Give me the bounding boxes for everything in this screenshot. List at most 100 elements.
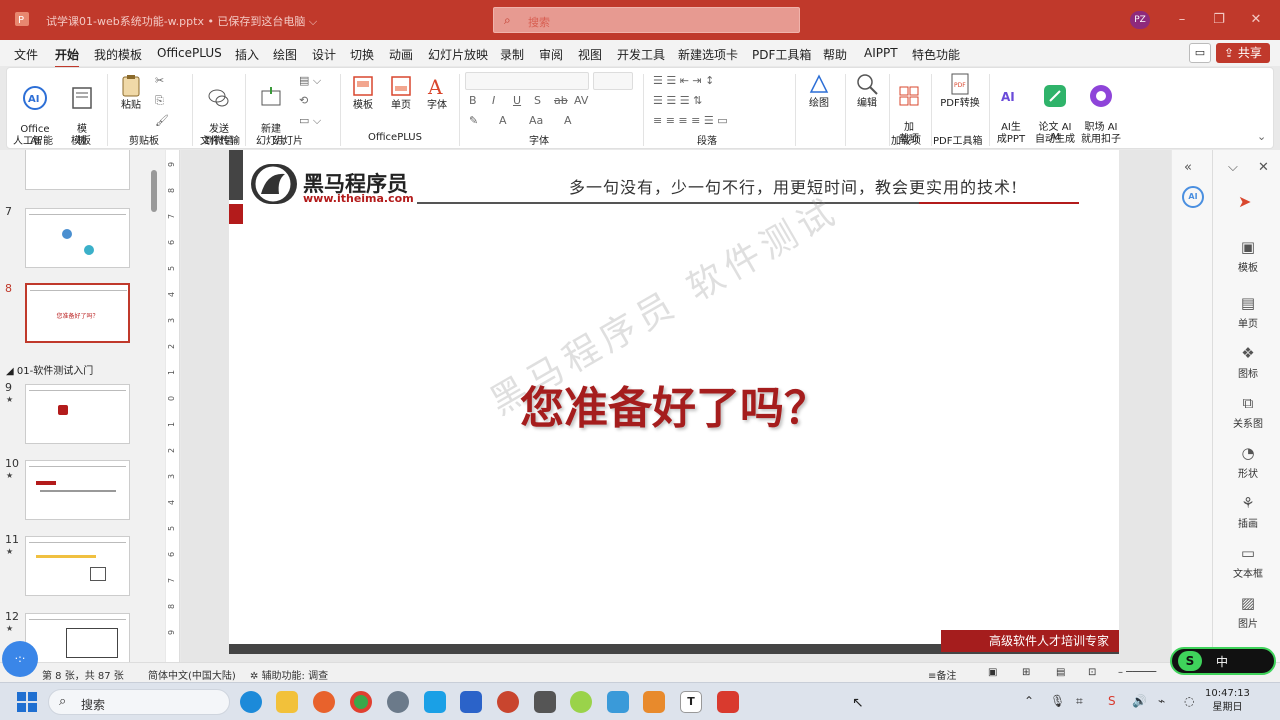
tab-developer[interactable]: 开发工具: [617, 46, 665, 63]
font-family-select[interactable]: [465, 72, 589, 90]
tab-insert[interactable]: 插入: [235, 46, 259, 63]
app-icon[interactable]: [570, 691, 592, 713]
file-explorer-icon[interactable]: [276, 691, 298, 713]
tab-view[interactable]: 视图: [578, 46, 602, 63]
taskbar-clock[interactable]: 10:47:13 星期日: [1205, 687, 1250, 715]
change-case-icon[interactable]: Aa: [529, 114, 543, 127]
char-spacing-icon[interactable]: AV: [574, 94, 588, 107]
tab-slideshow[interactable]: 幻灯片放映: [428, 46, 488, 63]
close-icon[interactable]: ✕: [1246, 11, 1266, 29]
avatar[interactable]: PZ: [1130, 11, 1150, 29]
language-status[interactable]: 简体中文(中国大陆): [148, 667, 236, 682]
font-color-icon[interactable]: A: [499, 114, 507, 127]
normal-view-icon[interactable]: ▣: [988, 667, 997, 678]
collapse-panel-icon[interactable]: «: [1184, 160, 1192, 175]
clear-format-icon[interactable]: A: [564, 114, 572, 127]
search-box[interactable]: ⌕ 搜索: [493, 7, 800, 33]
tab-aippt[interactable]: AIPPT: [864, 46, 898, 60]
tab-pdf-tools[interactable]: PDF工具箱: [752, 46, 811, 63]
italic-icon[interactable]: I: [492, 94, 495, 107]
maximize-icon[interactable]: ❐: [1209, 11, 1229, 29]
network-icon[interactable]: ⌗: [1076, 694, 1083, 709]
tool-shapes[interactable]: ◔ 形状: [1228, 444, 1268, 480]
zoom-slider[interactable]: – ─────: [1118, 667, 1156, 678]
share-button[interactable]: ⇪ 共享: [1216, 43, 1270, 63]
cut-icon[interactable]: ✂: [155, 74, 164, 87]
slideshow-view-icon[interactable]: ⊡: [1088, 667, 1096, 678]
tab-my-templates[interactable]: 我的模板: [94, 46, 142, 63]
app-icon[interactable]: [717, 691, 739, 713]
app-icon[interactable]: [460, 691, 482, 713]
tab-animations[interactable]: 动画: [389, 46, 413, 63]
accessibility-status[interactable]: ✲ 辅助功能: 调查: [250, 667, 328, 682]
collapse-ribbon-icon[interactable]: ⌄: [1257, 130, 1266, 143]
tab-home[interactable]: 开始: [55, 46, 80, 68]
slide-thumbnail[interactable]: [25, 384, 130, 444]
chevron-up-icon[interactable]: ⌃: [1024, 694, 1034, 708]
settings-icon[interactable]: [387, 691, 409, 713]
tray-app-icon[interactable]: ⌁: [1158, 694, 1165, 708]
windows-start-icon[interactable]: [17, 692, 37, 712]
tray-app-icon[interactable]: ◌: [1184, 694, 1194, 708]
tab-draw[interactable]: 绘图: [273, 46, 297, 63]
highlight-icon[interactable]: ✎: [469, 114, 478, 127]
tool-templates[interactable]: ▣ 模板: [1228, 238, 1268, 274]
bold-icon[interactable]: B: [469, 94, 477, 107]
ai-assistant-icon[interactable]: AI: [1182, 186, 1204, 208]
slide-thumbnail[interactable]: [25, 208, 130, 268]
reset-icon[interactable]: ⟲: [299, 94, 308, 107]
typora-icon[interactable]: T: [680, 691, 702, 713]
tab-new-tab[interactable]: 新建选项卡: [678, 46, 738, 63]
chevron-down-icon[interactable]: ⌵: [1228, 160, 1238, 175]
ime-toolbar[interactable]: S 中: [1170, 647, 1276, 675]
tool-single-page[interactable]: ▤ 单页: [1228, 294, 1268, 330]
tab-help[interactable]: 帮助: [823, 46, 847, 63]
single-page-button[interactable]: 单页: [383, 74, 419, 112]
ai-ppt-button[interactable]: AI AI生 成PPT: [993, 72, 1029, 146]
shadow-icon[interactable]: S: [534, 94, 541, 107]
chrome-icon[interactable]: [350, 691, 372, 713]
app-icon[interactable]: [534, 691, 556, 713]
sorter-view-icon[interactable]: ⊞: [1022, 667, 1030, 678]
tool-textbox[interactable]: ▭ 文本框: [1228, 544, 1268, 580]
format-painter-icon[interactable]: 🖌: [155, 114, 169, 127]
minimize-icon[interactable]: –: [1172, 11, 1192, 29]
tool-icons[interactable]: ❖ 图标: [1228, 344, 1268, 380]
notes-button[interactable]: ≡备注: [928, 667, 956, 682]
slide-thumbnail[interactable]: [25, 460, 130, 520]
templates-button[interactable]: 模板: [345, 74, 381, 112]
slide-main-question[interactable]: 您准备好了吗？: [229, 372, 1119, 436]
speaker-icon[interactable]: 🔊: [1132, 694, 1147, 708]
draw-button[interactable]: 绘图: [799, 72, 839, 110]
font-size-select[interactable]: [593, 72, 633, 90]
reading-view-icon[interactable]: ▤: [1056, 667, 1065, 678]
app-icon[interactable]: [607, 691, 629, 713]
slide-thumbnail[interactable]: [25, 536, 130, 596]
tool-diagram[interactable]: ⧉ 关系图: [1228, 394, 1268, 430]
floating-assistant-icon[interactable]: ·:·: [2, 641, 38, 677]
copy-icon[interactable]: ⎘: [155, 94, 164, 108]
section-header[interactable]: ◢ 01-软件测试入门: [6, 362, 93, 377]
tab-transitions[interactable]: 切换: [350, 46, 374, 63]
layout-icon[interactable]: ▤ ⌵: [299, 74, 321, 88]
underline-icon[interactable]: U: [513, 94, 521, 107]
edge-icon[interactable]: [240, 691, 262, 713]
comment-icon[interactable]: ▭: [1189, 43, 1211, 63]
paste-button[interactable]: 粘贴: [115, 74, 147, 112]
career-ai-button[interactable]: 职场 AI 就用扣子: [1077, 72, 1125, 146]
tab-record[interactable]: 录制: [500, 46, 524, 63]
thumbnails-scrollbar[interactable]: [151, 170, 157, 212]
tab-review[interactable]: 审阅: [539, 46, 563, 63]
document-title[interactable]: 试学课01-web系统功能-w.pptx • 已保存到这台电脑 ⌵: [46, 13, 317, 29]
tab-features[interactable]: 特色功能: [912, 46, 960, 63]
tool-illustrations[interactable]: ⚘ 插画: [1228, 494, 1268, 530]
close-panel-icon[interactable]: ✕: [1258, 160, 1269, 175]
align-icon[interactable]: ≡ ≡ ≡ ≡ ☰ ▭: [653, 114, 728, 127]
tab-design[interactable]: 设计: [312, 46, 336, 63]
bird-logo-icon[interactable]: ➤: [1238, 192, 1251, 211]
taskbar-search[interactable]: ⌕ 搜索: [48, 689, 230, 715]
microphone-icon[interactable]: 🎙: [1050, 694, 1065, 708]
current-slide[interactable]: 黑马程序员 www.itheima.com 多一句没有，少一句不行，用更短时间，…: [229, 150, 1119, 654]
strikethrough-icon[interactable]: ab: [554, 94, 568, 107]
tab-officeplus[interactable]: OfficePLUS: [157, 46, 222, 60]
